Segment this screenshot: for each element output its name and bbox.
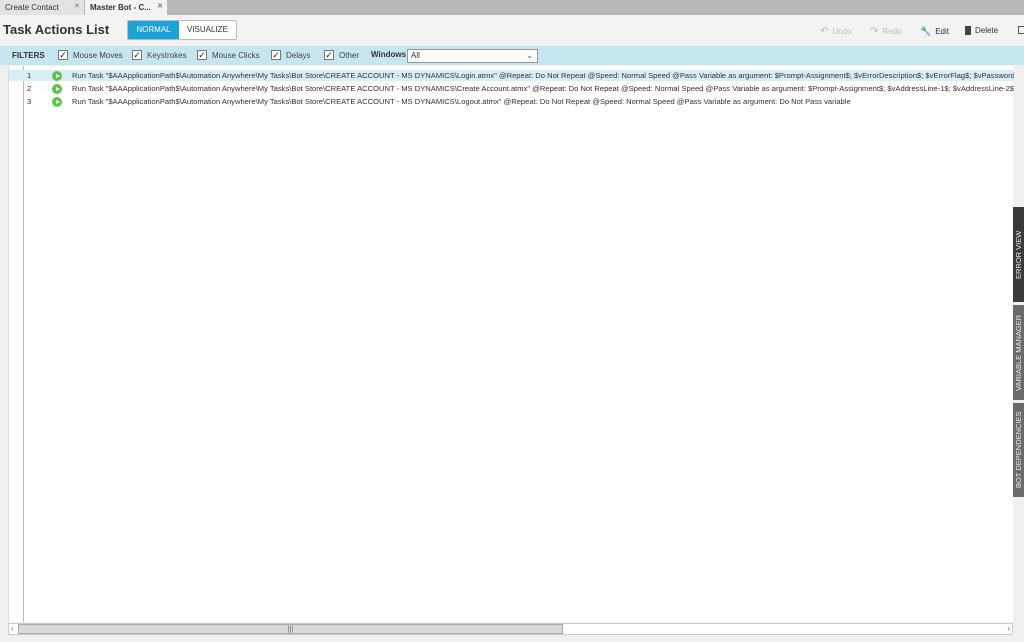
checkbox[interactable]: ✓ [58,50,68,60]
document-tab-bar: Create Contact ✕ Master Bot - C... ✕ [0,0,1024,15]
scroll-left-icon[interactable]: ‹ [11,624,14,634]
filter-label: Other [339,50,360,60]
list-item[interactable]: 2 Run Task "$AAApplicationPath$\Automatio… [9,83,1014,94]
filter-mouse-clicks[interactable]: ✓ Mouse Clicks [197,50,260,60]
line-gutter [23,66,24,622]
scroll-right-icon[interactable]: › [1007,624,1010,634]
run-task-icon [52,71,62,81]
filter-label: Mouse Moves [73,50,123,60]
filter-label: Mouse Clicks [212,50,260,60]
checkbox[interactable]: ✓ [271,50,281,60]
edit-button[interactable]: 🔧 Edit [920,26,949,37]
checkbox[interactable]: ✓ [197,50,207,60]
filter-keystrokes[interactable]: ✓ Keystrokes [132,50,187,60]
bot-dependencies-tab[interactable]: BOT DEPENDENCIES [1013,403,1024,497]
run-task-icon [52,84,62,94]
more-icon[interactable] [1018,26,1024,34]
task-actions-list: 1 Run Task "$AAApplicationPath$\Automatio… [8,66,1014,622]
tab-label: Master Bot - C... [90,3,151,12]
filter-delays[interactable]: ✓ Delays [271,50,310,60]
delete-label: Delete [975,26,999,35]
undo-icon: ↶ [820,26,829,37]
visualize-mode-button[interactable]: VISUALIZE [179,21,236,39]
page-title: Task Actions List [3,22,110,37]
variable-manager-tab[interactable]: VARIABLE MANAGER [1013,305,1024,400]
list-item[interactable]: 3 Run Task "$AAApplicationPath$\Automatio… [9,96,1014,107]
view-mode-toggle: NORMAL VISUALIZE [127,20,237,40]
redo-icon: ↷ [870,26,879,37]
filters-label: FILTERS [12,51,45,60]
tab-master-bot[interactable]: Master Bot - C... ✕ [85,0,167,15]
header: Task Actions List NORMAL VISUALIZE ↶ Undo… [0,15,1024,46]
tab-create-contact[interactable]: Create Contact ✕ [0,0,84,15]
windows-select[interactable]: All ⌄ [407,49,538,63]
redo-label: Redo [882,27,902,36]
tab-label: Create Contact [5,3,59,12]
list-item[interactable]: 1 Run Task "$AAApplicationPath$\Automatio… [9,70,1014,81]
checkbox[interactable]: ✓ [132,50,142,60]
normal-mode-button[interactable]: NORMAL [128,21,179,39]
scrollbar-thumb[interactable]: ||| [18,624,563,634]
horizontal-scrollbar[interactable]: ‹ ||| › [8,623,1013,635]
trash-icon [965,26,971,35]
windows-label: Windows [371,50,407,59]
close-icon[interactable]: ✕ [74,0,80,14]
close-icon[interactable]: ✕ [157,0,163,14]
windows-value: All [411,51,420,60]
filter-label: Delays [286,50,311,60]
line-number: 3 [27,97,32,106]
edit-label: Edit [935,27,950,36]
error-view-tab[interactable]: ERROR VIEW [1013,207,1024,302]
run-task-icon [52,97,62,107]
filter-other[interactable]: ✓ Other [324,50,359,60]
chevron-down-icon: ⌄ [526,51,533,60]
undo-button[interactable]: ↶ Undo [820,26,852,37]
action-text: Run Task "$AAApplicationPath$\Automation… [72,84,1014,93]
delete-button[interactable]: Delete [965,26,998,35]
action-text: Run Task "$AAApplicationPath$\Automation… [72,71,1014,80]
checkbox[interactable]: ✓ [324,50,334,60]
undo-label: Undo [832,27,852,36]
line-number: 1 [27,71,32,80]
filter-mouse-moves[interactable]: ✓ Mouse Moves [58,50,123,60]
action-text: Run Task "$AAApplicationPath$\Automation… [72,97,851,106]
line-number: 2 [27,84,32,93]
wrench-icon: 🔧 [920,26,932,36]
filter-bar: FILTERS ✓ Mouse Moves ✓ Keystrokes ✓ Mouse … [0,46,1024,65]
filter-label: Keystrokes [147,50,187,60]
redo-button[interactable]: ↷ Redo [870,26,902,37]
